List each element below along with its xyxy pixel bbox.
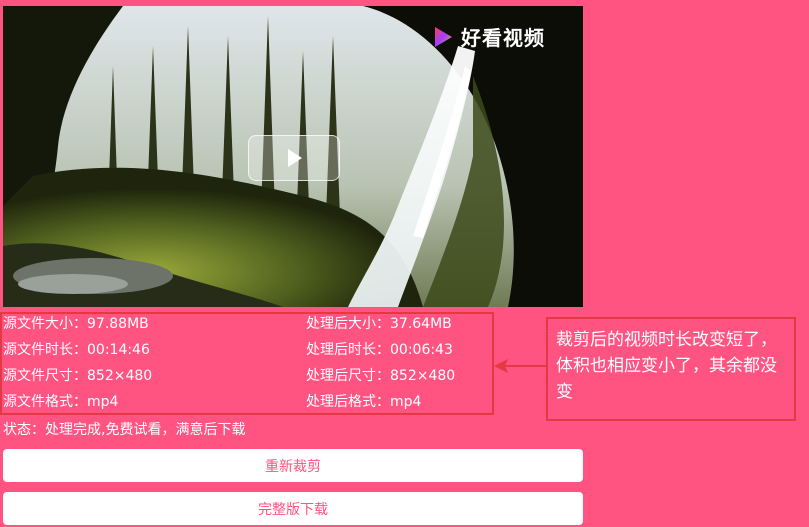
full-download-button[interactable]: 完整版下载 — [3, 492, 583, 525]
video-player[interactable]: 好看视频 — [3, 6, 583, 307]
arrow-left-icon — [494, 359, 546, 373]
recrop-button[interactable]: 重新裁剪 — [3, 449, 583, 482]
play-icon — [288, 149, 302, 167]
source-format: 源文件格式：mp4 — [3, 394, 119, 410]
brand-logo: 好看视频 — [431, 22, 545, 51]
processed-duration: 处理后时长：00:06:43 — [306, 342, 453, 358]
source-dimensions: 源文件尺寸：852×480 — [3, 368, 153, 384]
processed-dimensions: 处理后尺寸：852×480 — [306, 368, 456, 384]
source-size: 源文件大小：97.88MB — [3, 316, 149, 332]
source-duration: 源文件时长：00:14:46 — [3, 342, 150, 358]
status-text: 状态：处理完成,免费试看，满意后下载 — [3, 422, 246, 438]
brand-name: 好看视频 — [461, 26, 545, 50]
processed-size: 处理后大小：37.64MB — [306, 316, 452, 332]
brand-play-icon — [435, 26, 452, 47]
annotation-callout: 裁剪后的视频时长改变短了，体积也相应变小了，其余都没变 — [546, 317, 796, 421]
play-button[interactable] — [248, 135, 340, 181]
processed-format: 处理后格式：mp4 — [306, 394, 422, 410]
